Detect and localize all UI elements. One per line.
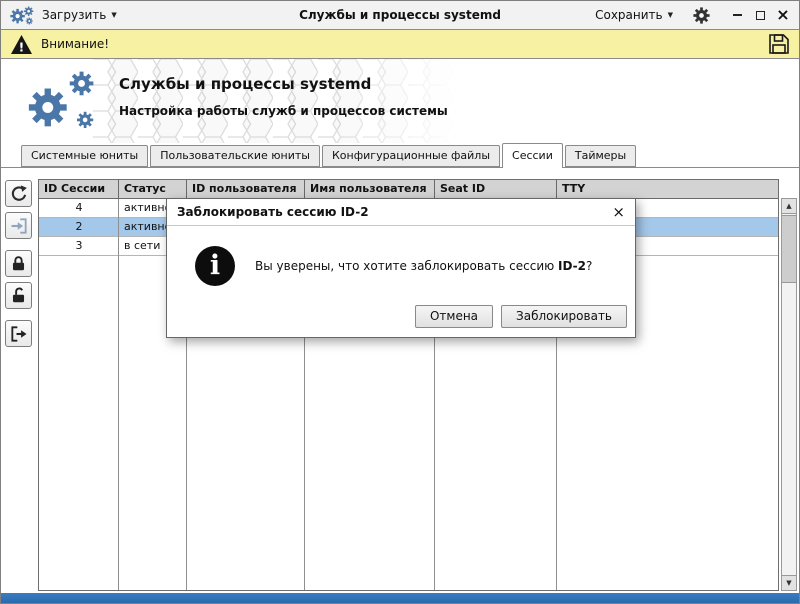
page-title: Службы и процессы systemd [119,75,372,93]
cancel-button[interactable]: Отмена [414,305,494,328]
dialog-buttons: Отмена Заблокировать [167,305,635,328]
session-toolbar [5,180,32,347]
column-header-seat-id[interactable]: Seat ID [435,180,557,199]
tab-sessions[interactable]: Сессии [502,143,563,168]
footer-accent-bar [1,593,799,603]
column-header-status[interactable]: Статус [119,180,187,199]
login-session-button[interactable] [5,212,32,239]
dialog-message: Вы уверены, что хотите заблокировать сес… [255,259,592,273]
window-controls: × [722,7,791,23]
cell-session-id: 4 [75,201,83,214]
dialog-message-emphasis: ID-2 [558,258,587,273]
close-icon: × [776,5,790,24]
settings-gear-icon[interactable] [693,6,710,24]
dialog-message-prefix: Вы уверены, что хотите заблокировать сес… [255,258,559,273]
scroll-down-button[interactable]: ▼ [782,575,796,590]
tab-system-units[interactable]: Системные юниты [21,145,149,167]
save-report-button[interactable] [768,33,790,55]
page-subtitle: Настройка работы служб и процессов систе… [119,104,448,118]
warning-text: Внимание! [41,37,110,51]
load-menu-label: Загрузить [42,8,107,22]
floppy-disk-icon [769,34,789,54]
app-window: Загрузить ▼ Службы и процессы systemd Со… [0,0,800,604]
unlock-session-button[interactable] [5,282,32,309]
lock-closed-icon [12,256,25,271]
column-header-tty[interactable]: TTY [557,180,778,199]
column-header-user-id[interactable]: ID пользователя [187,180,305,199]
scroll-up-icon: ▲ [786,202,792,210]
scroll-up-button[interactable]: ▲ [782,199,796,214]
logout-icon [10,325,26,342]
vertical-scrollbar[interactable]: ▲ ▼ [781,198,797,591]
column-header-session-id[interactable]: ID Сессии [39,180,119,199]
scrollbar-thumb[interactable] [782,215,796,283]
cell-session-id: 2 [75,220,83,233]
save-menu-label: Сохранить [595,8,663,22]
minimize-button[interactable] [729,7,745,23]
refresh-button[interactable] [5,180,32,207]
save-menu-button[interactable]: Сохранить ▼ [589,6,679,24]
load-menu-button[interactable]: Загрузить ▼ [36,6,123,24]
gears-icon [28,71,94,128]
confirm-lock-button[interactable]: Заблокировать [501,305,627,328]
lock-open-icon [12,287,25,303]
warning-triangle-icon: ! [11,34,32,54]
tab-user-units[interactable]: Пользовательские юниты [150,145,320,167]
dialog-body: i Вы уверены, что хотите заблокировать с… [167,226,635,305]
dialog-titlebar: Заблокировать сессию ID-2 × [167,199,635,226]
close-icon: × [612,203,625,221]
lock-session-button[interactable] [5,250,32,277]
refresh-icon [11,184,27,201]
login-icon [11,217,27,234]
tab-timers[interactable]: Таймеры [564,145,637,167]
titlebar: Загрузить ▼ Службы и процессы systemd Со… [1,1,799,29]
chevron-down-icon: ▼ [667,11,673,19]
dialog-message-suffix: ? [586,258,593,273]
tab-config-files[interactable]: Конфигурационные файлы [322,145,501,167]
page-header: Службы и процессы systemd Настройка рабо… [1,59,799,143]
svg-text:!: ! [19,39,25,54]
app-gears-icon [10,6,34,25]
dialog-close-button[interactable]: × [612,203,625,221]
scroll-down-icon: ▼ [786,579,792,587]
table-header-row: ID Сессии Статус ID пользователя Имя пол… [39,180,778,199]
chevron-down-icon: ▼ [111,11,117,19]
tab-bar: Системные юниты Пользовательские юниты К… [1,143,799,168]
terminate-session-button[interactable] [5,320,32,347]
info-icon: i [195,245,235,286]
info-glyph: i [209,250,221,281]
maximize-button[interactable] [752,7,768,23]
dialog-title: Заблокировать сессию ID-2 [177,205,369,219]
lock-session-dialog: Заблокировать сессию ID-2 × i Вы уверены… [166,198,636,338]
column-header-user-name[interactable]: Имя пользователя [305,180,435,199]
minimize-icon [732,14,742,16]
cell-session-id: 3 [75,239,83,252]
close-button[interactable]: × [775,7,791,23]
warning-bar: ! Внимание! [1,29,799,59]
maximize-icon [755,10,765,20]
